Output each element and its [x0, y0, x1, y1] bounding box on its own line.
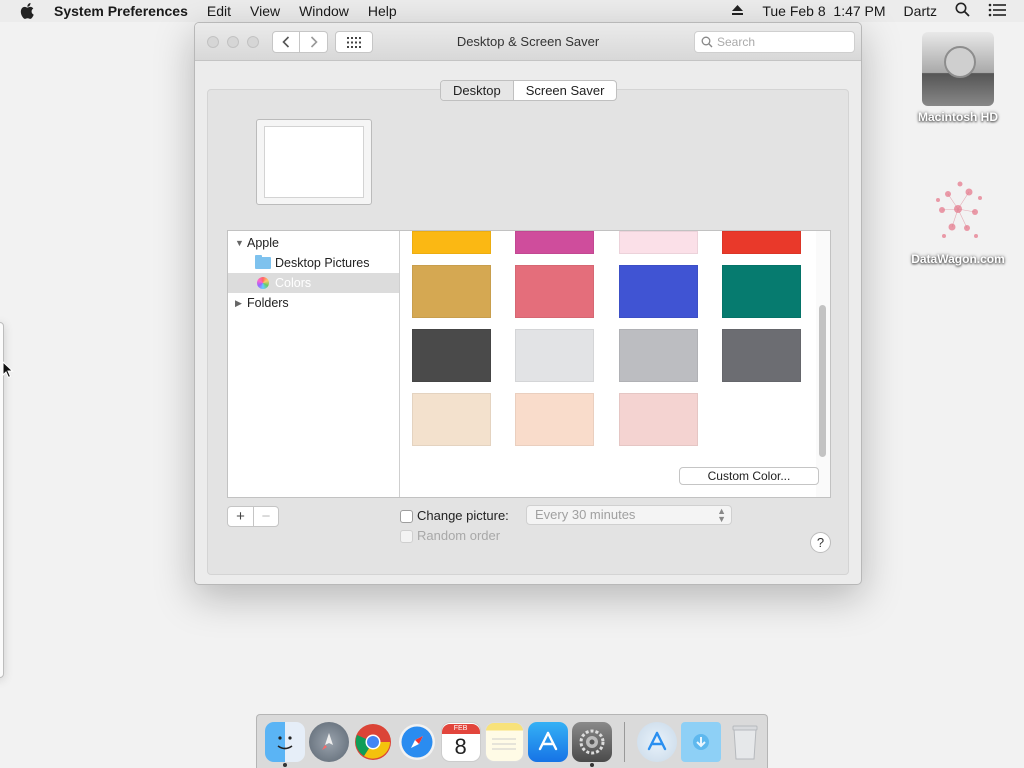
downloads-folder-icon[interactable] — [681, 721, 722, 762]
desktop-screensaver-window: Desktop & Screen Saver Desktop Screen Sa… — [194, 22, 862, 585]
menu-help[interactable]: Help — [368, 3, 397, 19]
source-list: ▼ Apple Desktop Pictures Colors ▶ Folder… — [228, 231, 400, 497]
app-store-installer-icon[interactable] — [637, 721, 678, 762]
running-indicator — [590, 762, 595, 767]
menu-edit[interactable]: Edit — [207, 3, 231, 19]
search-input[interactable] — [717, 35, 837, 49]
search-icon — [701, 36, 713, 48]
safari-icon[interactable] — [397, 722, 437, 762]
color-swatch[interactable] — [722, 231, 801, 254]
desktop-icon-macintosh-hd[interactable]: Macintosh HD — [904, 32, 1012, 124]
disclosure-closed-icon[interactable]: ▶ — [235, 298, 245, 309]
color-swatch-grid: Custom Color... — [400, 231, 830, 497]
color-swatch[interactable] — [619, 393, 698, 446]
source-desktop-pictures-label: Desktop Pictures — [275, 256, 370, 270]
color-swatch[interactable] — [619, 329, 698, 382]
picture-browser: ▼ Apple Desktop Pictures Colors ▶ Folder… — [227, 230, 831, 498]
source-folders[interactable]: ▶ Folders — [228, 293, 399, 313]
change-picture-label: Change picture: — [417, 508, 509, 523]
dock: FEB 8 — [256, 714, 768, 768]
hard-drive-icon — [922, 32, 994, 106]
menu-view[interactable]: View — [250, 3, 280, 19]
trash-icon[interactable] — [725, 722, 765, 762]
color-swatch[interactable] — [619, 265, 698, 318]
color-swatch[interactable] — [722, 265, 801, 318]
menu-window[interactable]: Window — [299, 3, 349, 19]
color-swatch[interactable] — [412, 393, 491, 446]
eject-icon[interactable] — [731, 3, 744, 19]
color-swatch[interactable] — [412, 265, 491, 318]
custom-color-button[interactable]: Custom Color... — [679, 467, 819, 485]
change-picture-checkbox[interactable] — [400, 510, 413, 523]
flower-image-icon — [922, 172, 994, 246]
remove-folder-button[interactable]: − — [253, 507, 278, 526]
app-store-icon[interactable] — [528, 721, 569, 762]
desktop-preview — [256, 119, 372, 205]
title-bar[interactable]: Desktop & Screen Saver — [195, 23, 861, 61]
search-field[interactable] — [694, 31, 855, 53]
color-swatch[interactable] — [412, 329, 491, 382]
color-swatch[interactable] — [515, 329, 594, 382]
color-wheel-icon — [257, 277, 269, 289]
desktop-icon-label: DataWagon.com — [911, 252, 1005, 266]
finder-icon[interactable] — [264, 721, 305, 767]
source-colors[interactable]: Colors — [228, 273, 399, 293]
tab-desktop[interactable]: Desktop — [441, 81, 514, 100]
tab-bar: Desktop Screen Saver — [440, 80, 618, 101]
add-folder-button[interactable]: + — [228, 507, 253, 526]
help-button[interactable]: ? — [810, 532, 831, 553]
random-order-label: Random order — [417, 528, 501, 543]
dock-separator — [624, 721, 626, 762]
source-desktop-pictures[interactable]: Desktop Pictures — [228, 253, 399, 273]
running-indicator — [282, 762, 287, 767]
color-swatch[interactable] — [412, 231, 491, 254]
source-apple[interactable]: ▼ Apple — [228, 233, 399, 253]
notification-center-icon[interactable] — [988, 3, 1006, 20]
change-interval-value: Every 30 minutes — [535, 507, 636, 522]
tab-screen-saver[interactable]: Screen Saver — [514, 81, 617, 100]
color-swatch[interactable] — [619, 231, 698, 254]
calendar-icon[interactable]: FEB 8 — [440, 721, 481, 762]
notes-icon[interactable] — [484, 721, 525, 762]
scrollbar-thumb[interactable] — [819, 305, 826, 457]
spotlight-icon[interactable] — [955, 2, 970, 20]
menu-bar: System Preferences Edit View Window Help… — [0, 0, 1024, 22]
chrome-icon[interactable] — [353, 722, 393, 762]
scrollbar[interactable] — [816, 231, 830, 497]
color-swatch[interactable] — [515, 231, 594, 254]
source-apple-label: Apple — [247, 236, 279, 250]
preview-image — [264, 126, 364, 198]
user-menu[interactable]: Dartz — [904, 3, 937, 19]
add-remove-control: + − — [227, 506, 279, 527]
source-colors-label: Colors — [275, 276, 312, 290]
system-preferences-icon[interactable] — [572, 721, 613, 767]
color-swatch[interactable] — [722, 329, 801, 382]
color-swatch[interactable] — [515, 393, 594, 446]
desktop-icon-label: Macintosh HD — [917, 110, 998, 124]
color-swatch[interactable] — [515, 265, 594, 318]
random-order-checkbox[interactable] — [400, 530, 413, 543]
folder-icon — [255, 255, 271, 269]
popup-arrows-icon: ▲ ▼ — [717, 506, 726, 524]
source-folders-label: Folders — [247, 296, 289, 310]
calendar-day: 8 — [454, 733, 467, 759]
launchpad-icon[interactable] — [308, 721, 349, 762]
calendar-month: FEB — [441, 723, 480, 734]
desktop-icon-datawagon[interactable]: DataWagon.com — [904, 172, 1012, 266]
clock[interactable]: Tue Feb 8 1:47 PM — [762, 3, 885, 19]
apple-menu-icon[interactable] — [18, 0, 36, 22]
mouse-pointer-icon — [2, 360, 14, 382]
disclosure-open-icon[interactable]: ▼ — [235, 238, 245, 248]
app-name-menu[interactable]: System Preferences — [54, 3, 188, 19]
change-interval-popup[interactable]: Every 30 minutes ▲ ▼ — [526, 505, 732, 525]
